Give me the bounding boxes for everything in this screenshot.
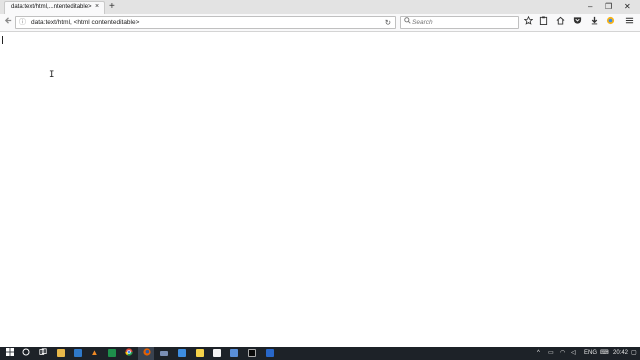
- info-icon[interactable]: ⓘ: [19, 17, 26, 28]
- mail-icon[interactable]: [178, 349, 186, 357]
- clock-time[interactable]: 20:42: [613, 348, 628, 359]
- search-bar[interactable]: [400, 16, 519, 29]
- file-explorer-icon[interactable]: [57, 349, 65, 357]
- tab-active[interactable]: data:text/html,...ntenteditable> ×: [4, 1, 105, 14]
- url-text[interactable]: data:text/html, <html contenteditable>: [31, 18, 139, 28]
- chrome-icon[interactable]: [124, 348, 133, 357]
- download-icon[interactable]: [590, 16, 599, 29]
- clipboard-icon[interactable]: [539, 16, 548, 29]
- tab-close-icon[interactable]: ×: [95, 3, 99, 10]
- menu-icon[interactable]: [625, 16, 634, 29]
- volume-icon[interactable]: ◁: [571, 348, 576, 359]
- minimize-button[interactable]: –: [588, 1, 592, 13]
- task-view-icon[interactable]: [38, 348, 47, 357]
- news-icon[interactable]: [266, 349, 274, 357]
- addon-icon[interactable]: [606, 16, 615, 29]
- restore-button[interactable]: ❐: [605, 1, 612, 13]
- mouse-cursor-ibeam: I: [49, 70, 55, 80]
- url-bar[interactable]: ⓘ data:text/html, <html contenteditable>…: [15, 16, 396, 29]
- home-icon[interactable]: [556, 16, 565, 29]
- search-icon: [404, 17, 411, 28]
- tab-title: data:text/html,...ntenteditable>: [11, 4, 92, 10]
- tab-strip: data:text/html,...ntenteditable> × + – ❐…: [0, 0, 640, 14]
- terminal-icon[interactable]: [248, 349, 256, 357]
- cortana-icon[interactable]: [21, 348, 30, 357]
- navigation-bar: ⓘ data:text/html, <html contenteditable>…: [0, 14, 640, 32]
- taskbar: ▲ ^ ▭ ◠ ◁ ENG ⌨ 20:42 ▢: [0, 347, 640, 360]
- back-arrow-icon: [4, 17, 12, 24]
- pocket-icon[interactable]: [573, 16, 582, 29]
- input-icon[interactable]: ⌨: [600, 348, 609, 359]
- keyboard-icon[interactable]: [160, 351, 168, 356]
- network-icon[interactable]: ▭: [548, 348, 554, 359]
- tasks-icon[interactable]: [230, 349, 238, 357]
- close-window-button[interactable]: ✕: [624, 1, 631, 13]
- firefox-icon[interactable]: [142, 348, 151, 357]
- tray-overflow-icon[interactable]: ^: [537, 348, 540, 359]
- notes-icon[interactable]: [196, 349, 204, 357]
- vlc-icon[interactable]: ▲: [90, 348, 99, 357]
- store-icon[interactable]: [74, 349, 82, 357]
- reload-icon[interactable]: ↻: [385, 17, 391, 28]
- notifications-icon[interactable]: ▢: [631, 348, 637, 359]
- editable-page-content[interactable]: I: [0, 32, 640, 347]
- text-caret: [2, 36, 3, 44]
- search-input[interactable]: [412, 18, 512, 27]
- back-button[interactable]: [4, 16, 13, 29]
- wifi-icon[interactable]: ◠: [560, 348, 565, 359]
- star-icon[interactable]: [523, 15, 534, 29]
- new-tab-button[interactable]: +: [109, 0, 115, 13]
- excel-icon[interactable]: [108, 349, 116, 357]
- windows-start-icon[interactable]: [5, 348, 14, 357]
- photos-icon[interactable]: [213, 349, 221, 357]
- language-indicator[interactable]: ENG: [584, 348, 597, 359]
